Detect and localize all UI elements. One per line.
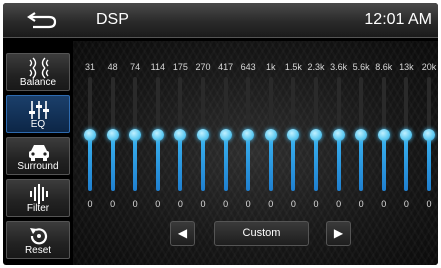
eq-band: 74 0 — [124, 41, 146, 265]
triangle-left-icon: ◀ — [177, 226, 188, 240]
slider-fill — [291, 135, 296, 191]
slider-knob[interactable] — [84, 129, 96, 142]
sidebar: Balance EQ Surround Filter Reset — [6, 53, 70, 263]
slider-fill — [359, 135, 364, 191]
slider-fill — [155, 135, 160, 191]
dsp-screen: DSP 12:01 AM Balance EQ Surround Filter … — [3, 3, 438, 265]
sidebar-item-label: Balance — [19, 77, 57, 88]
eq-sliders-icon — [29, 101, 49, 119]
eq-band: 31 0 — [79, 41, 101, 265]
sidebar-item-filter[interactable]: Filter — [6, 179, 70, 217]
slider-knob[interactable] — [219, 129, 232, 142]
slider-fill — [268, 135, 273, 191]
sidebar-item-label: Filter — [26, 203, 50, 214]
sidebar-item-balance[interactable]: Balance — [6, 53, 70, 91]
slider-knob[interactable] — [400, 129, 413, 142]
filter-bars-icon — [30, 184, 48, 204]
slider-fill — [427, 135, 431, 191]
back-button[interactable] — [25, 9, 61, 31]
slider-fill — [178, 135, 183, 191]
eq-band: 5.6k 0 — [350, 41, 372, 265]
triangle-right-icon: ▶ — [333, 226, 344, 240]
preset-button[interactable]: Custom — [214, 221, 309, 246]
clock: 12:01 AM — [364, 11, 432, 28]
slider-knob[interactable] — [242, 129, 255, 142]
back-arrow-icon — [27, 12, 57, 29]
slider-knob[interactable] — [377, 129, 390, 142]
sidebar-item-label: Surround — [17, 161, 59, 172]
eq-panel: 31 0 48 0 74 0 114 0 175 0 270 0 417 0 643 0 1k 0 1.5k 0 2.3… — [73, 41, 438, 265]
slider-knob[interactable] — [310, 129, 322, 142]
slider-knob[interactable] — [287, 129, 300, 142]
slider-knob[interactable] — [332, 129, 345, 142]
sidebar-item-label: Reset — [24, 245, 52, 256]
eq-band: 270 0 — [192, 41, 214, 265]
slider-fill — [336, 135, 341, 191]
slider-fill — [88, 135, 92, 191]
band-frequency-label: 20k — [421, 62, 437, 72]
slider-knob[interactable] — [197, 129, 209, 142]
slider-knob[interactable] — [151, 129, 164, 142]
slider-knob[interactable] — [106, 129, 119, 142]
sidebar-item-eq[interactable]: EQ — [6, 95, 70, 133]
slider-knob[interactable] — [423, 129, 435, 142]
slider-fill — [246, 135, 251, 191]
slider-fill — [381, 135, 386, 191]
eq-band: 8.6k 0 — [373, 41, 395, 265]
eq-band: 114 0 — [147, 41, 169, 265]
band-gain-value: 0 — [426, 199, 432, 209]
balance-speaker-icon — [29, 57, 49, 79]
sidebar-item-reset[interactable]: Reset — [6, 221, 70, 259]
slider-knob[interactable] — [355, 129, 368, 142]
slider-knob[interactable] — [264, 129, 277, 142]
header-bar: DSP 12:01 AM — [3, 3, 438, 38]
eq-band: 13k 0 — [395, 41, 417, 265]
slider-fill — [201, 135, 205, 191]
reset-icon — [30, 228, 48, 245]
sidebar-item-surround[interactable]: Surround — [6, 137, 70, 175]
slider-knob[interactable] — [129, 129, 142, 142]
slider-fill — [110, 135, 115, 191]
slider-fill — [404, 135, 409, 191]
slider-fill — [133, 135, 138, 191]
eq-band: 48 0 — [102, 41, 124, 265]
slider-fill — [314, 135, 318, 191]
page-title: DSP — [96, 11, 129, 28]
sidebar-item-label: EQ — [30, 119, 46, 130]
prev-preset-button[interactable]: ◀ — [170, 221, 195, 246]
car-icon — [29, 145, 49, 161]
eq-band: 20k 0 — [418, 41, 438, 265]
slider-fill — [223, 135, 228, 191]
next-preset-button[interactable]: ▶ — [326, 221, 351, 246]
slider-knob[interactable] — [174, 129, 187, 142]
